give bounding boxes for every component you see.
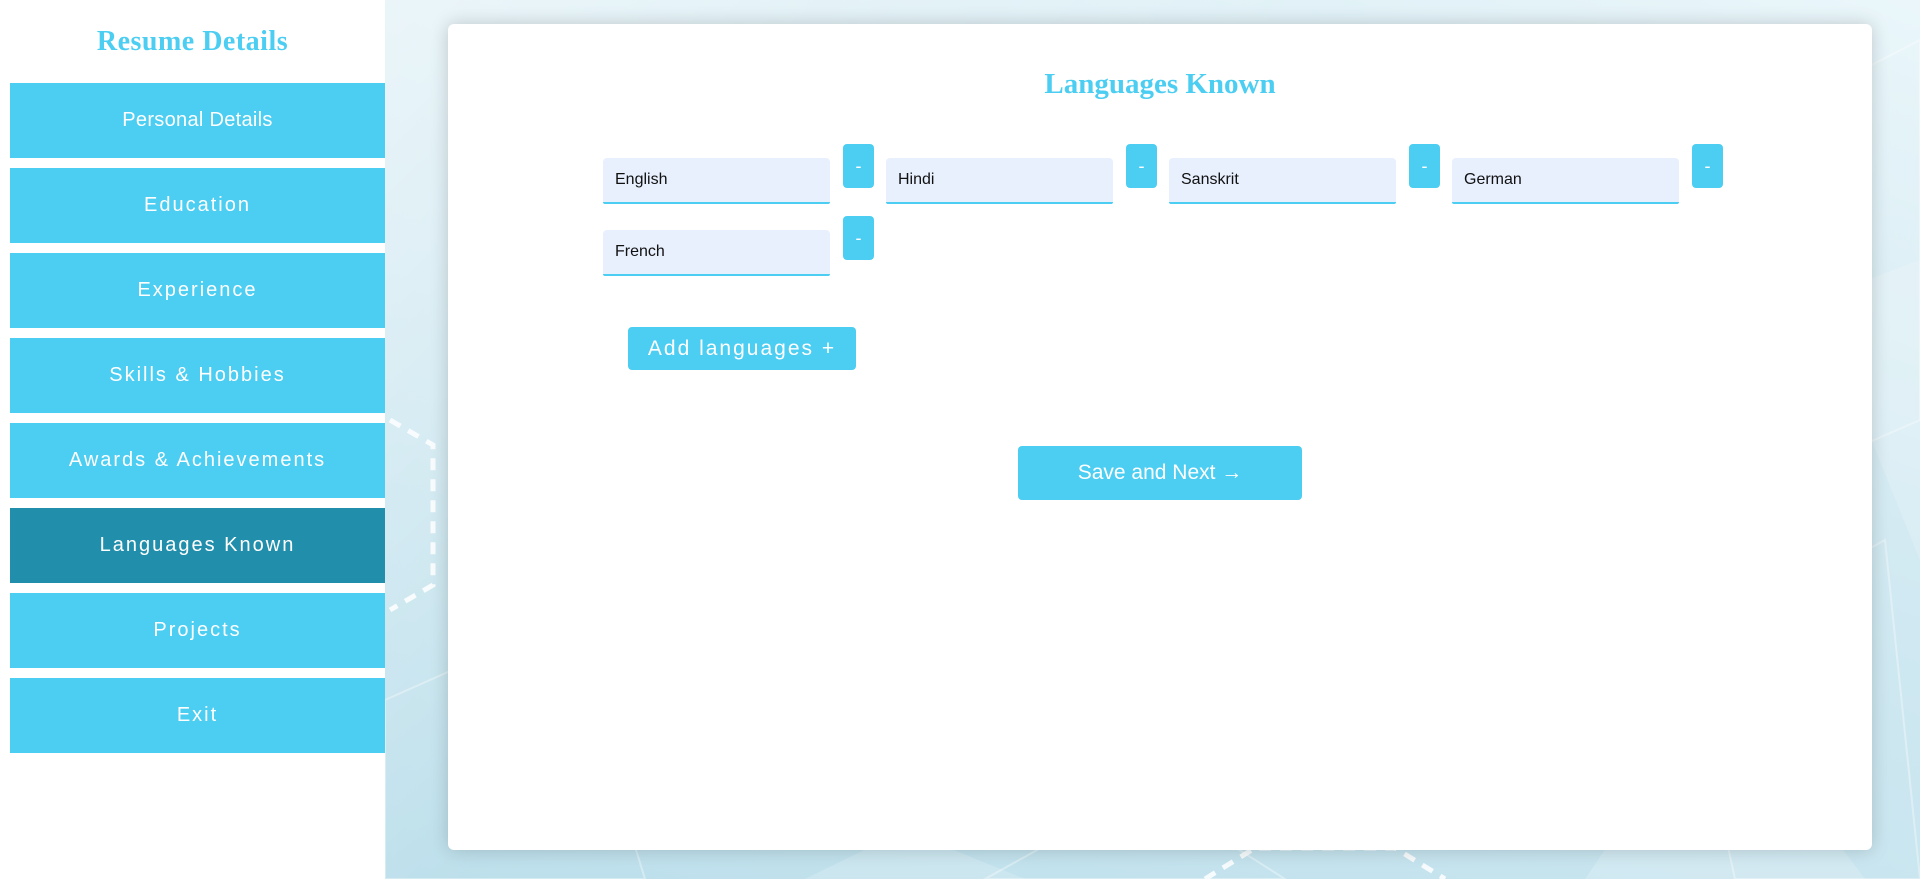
language-entry: - — [1452, 144, 1723, 204]
sidebar-item-projects[interactable]: Projects — [10, 593, 385, 668]
sidebar-item-experience[interactable]: Experience — [10, 253, 385, 328]
remove-language-button[interactable]: - — [843, 216, 874, 260]
language-entry: - — [603, 144, 874, 204]
sidebar-item-personal-details[interactable]: Personal Details — [10, 83, 385, 158]
sidebar-item-languages-known[interactable]: Languages Known — [10, 508, 385, 583]
sidebar-item-education[interactable]: Education — [10, 168, 385, 243]
sidebar-item-exit[interactable]: Exit — [10, 678, 385, 753]
language-entry: - — [886, 144, 1157, 204]
sidebar: Resume Details Personal Details Educatio… — [0, 0, 385, 879]
remove-language-button[interactable]: - — [843, 144, 874, 188]
save-and-next-button[interactable]: Save and Next → — [1018, 446, 1302, 500]
page-title: Languages Known — [1044, 68, 1276, 100]
language-input[interactable] — [603, 158, 830, 204]
sidebar-nav: Personal Details Education Experience Sk… — [10, 83, 385, 763]
languages-panel: Languages Known - - - - - Add languages … — [448, 24, 1872, 850]
language-input[interactable] — [1452, 158, 1679, 204]
language-input[interactable] — [886, 158, 1113, 204]
remove-language-button[interactable]: - — [1126, 144, 1157, 188]
language-input[interactable] — [1169, 158, 1396, 204]
sidebar-title: Resume Details — [96, 26, 289, 57]
remove-language-button[interactable]: - — [1692, 144, 1723, 188]
add-languages-button[interactable]: Add languages + — [628, 327, 856, 370]
remove-language-button[interactable]: - — [1409, 144, 1440, 188]
language-input[interactable] — [603, 230, 830, 276]
language-entry: - — [1169, 144, 1440, 204]
language-entry: - — [603, 216, 874, 276]
sidebar-item-awards-achievements[interactable]: Awards & Achievements — [10, 423, 385, 498]
sidebar-item-skills-hobbies[interactable]: Skills & Hobbies — [10, 338, 385, 413]
